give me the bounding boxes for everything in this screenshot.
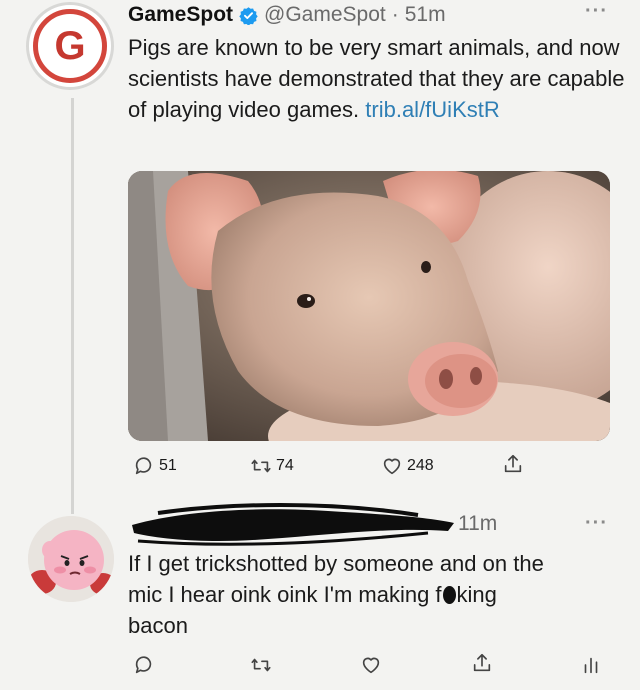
dot-separator: · [391, 3, 399, 26]
reply-time[interactable]: 11m [458, 512, 497, 536]
tweet-link[interactable]: trib.al/fUiKstR [365, 97, 499, 122]
reply-body: If I get trickshotted by someone and on … [128, 548, 633, 641]
censor-blot [442, 586, 456, 604]
retweet-count: 74 [276, 457, 294, 474]
reply-icon [135, 457, 152, 475]
reply-share-button[interactable] [471, 652, 493, 674]
share-icon [504, 454, 522, 473]
reply-count: 51 [159, 457, 177, 474]
share-button[interactable] [502, 453, 524, 475]
more-icon[interactable]: ··· [585, 0, 608, 23]
analytics-icon [584, 657, 598, 674]
reply-like-button[interactable] [360, 654, 382, 676]
tweet-time[interactable]: 51m [405, 3, 446, 27]
pig-image [128, 171, 610, 441]
display-name[interactable]: GameSpot [128, 3, 233, 27]
retweet-button[interactable]: 74 [250, 455, 294, 477]
tweet-header: GameSpot @GameSpot · 51m [128, 0, 446, 30]
like-icon [362, 657, 380, 674]
share-icon [473, 653, 491, 672]
reply-reply-button[interactable] [133, 654, 155, 676]
like-button[interactable]: 248 [381, 455, 434, 477]
analytics-button[interactable] [580, 654, 602, 676]
thread-line [71, 98, 74, 514]
pig-photo[interactable] [128, 171, 610, 441]
reply-retweet-button[interactable] [250, 654, 272, 676]
tweet-body: Pigs are known to be very smart animals,… [128, 32, 628, 125]
gamespot-logo: G [33, 9, 107, 83]
retweet-icon [251, 658, 271, 672]
reply-line-2: mic I hear oink oink I'm making f king [128, 582, 497, 607]
reply-icon [135, 656, 152, 674]
redacted-username [132, 503, 454, 546]
like-icon [383, 458, 401, 475]
gamespot-avatar[interactable]: G [26, 2, 114, 90]
retweet-icon [251, 459, 271, 473]
reply-line-3: bacon [128, 613, 188, 638]
reply-more-icon[interactable]: ··· [585, 512, 608, 535]
kirby-avatar-image [28, 516, 114, 602]
reply-line-1: If I get trickshotted by someone and on … [128, 551, 544, 576]
like-count: 248 [407, 457, 434, 474]
reply-button[interactable]: 51 [133, 455, 177, 477]
reply-avatar[interactable] [28, 516, 114, 602]
verified-icon [239, 6, 258, 25]
handle[interactable]: @GameSpot [264, 3, 386, 27]
